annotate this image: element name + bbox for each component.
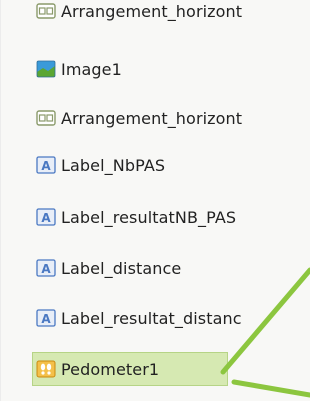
tree-item-label: Label_NbPAS <box>61 155 166 175</box>
tree-item-image1[interactable]: Image1 <box>34 52 310 86</box>
tree-item-pedometer1[interactable]: Pedometer1 <box>32 352 228 386</box>
tree-item-label-resultat-distance[interactable]: A Label_resultat_distanc <box>34 301 310 335</box>
horizontal-arrangement-icon <box>36 110 56 126</box>
tree-item-label-distance[interactable]: A Label_distance <box>34 251 310 285</box>
image-icon <box>36 60 56 78</box>
tree-item-label: Label_resultatNB_PAS <box>61 207 237 227</box>
svg-text:A: A <box>41 312 51 326</box>
svg-text:A: A <box>41 159 51 173</box>
svg-text:A: A <box>41 211 51 225</box>
tree-item-label: Arrangement_horizont <box>61 1 243 21</box>
tree-item-label: Arrangement_horizont <box>61 108 243 128</box>
components-tree: Arrangement_horizont Image1 Arrangement_… <box>1 0 310 401</box>
horizontal-arrangement-icon <box>36 3 56 19</box>
tree-item-label: Image1 <box>61 59 122 79</box>
tree-item-label-nbpas[interactable]: A Label_NbPAS <box>34 148 310 182</box>
components-panel: Arrangement_horizont Image1 Arrangement_… <box>0 0 310 401</box>
svg-text:A: A <box>41 262 51 276</box>
tree-item-label: Pedometer1 <box>61 359 160 379</box>
tree-item-label-resultatnb-pas[interactable]: A Label_resultatNB_PAS <box>34 200 310 234</box>
label-icon: A <box>36 309 56 327</box>
tree-item-arrangement-horizontal[interactable]: Arrangement_horizont <box>34 101 310 135</box>
tree-item-label: Label_distance <box>61 258 182 278</box>
pedometer-icon <box>36 360 56 378</box>
label-icon: A <box>36 208 56 226</box>
tree-item-arrangement-horizontal-top[interactable]: Arrangement_horizont <box>34 0 310 28</box>
label-icon: A <box>36 259 56 277</box>
label-icon: A <box>36 156 56 174</box>
tree-item-label: Label_resultat_distanc <box>61 308 242 328</box>
